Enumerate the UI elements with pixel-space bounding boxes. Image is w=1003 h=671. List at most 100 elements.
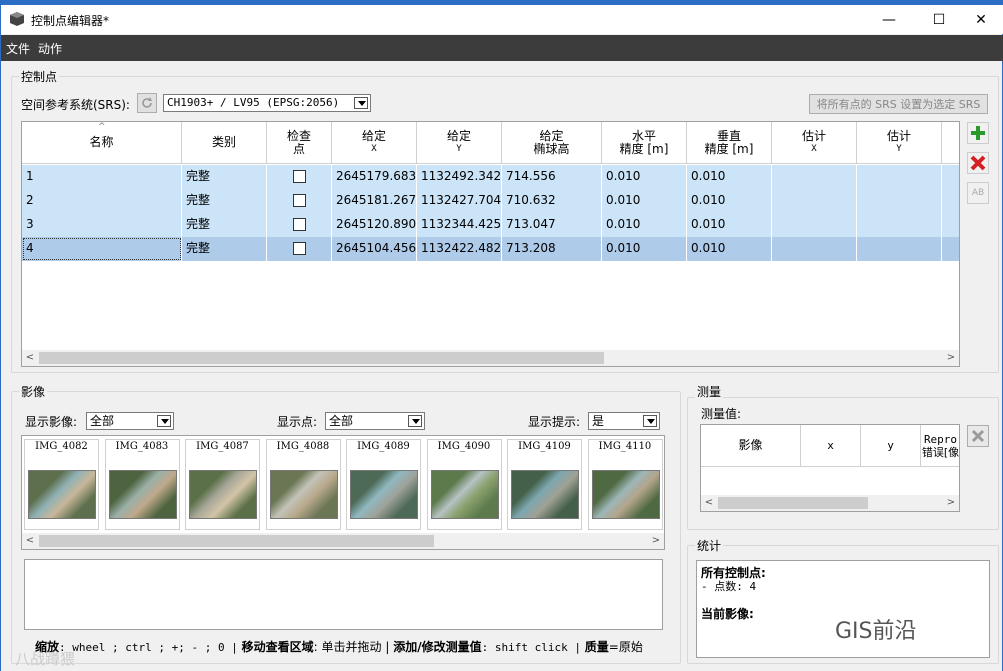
scroll-thumb[interactable] [718, 497, 868, 509]
show-points-select[interactable]: 全部 [325, 412, 425, 430]
thumbnail-hscrollbar[interactable]: < > [22, 533, 664, 549]
table-row[interactable]: 3 完整 2645120.890 1132344.425 713.047 0.010 0.0… [22, 213, 959, 237]
cell-hacc[interactable]: 0.010 [602, 189, 687, 213]
cell-estimate[interactable] [857, 237, 942, 261]
scroll-right-icon[interactable]: > [648, 533, 664, 549]
check-point-checkbox[interactable] [292, 242, 306, 255]
srs-refresh-button[interactable] [137, 93, 157, 113]
cell-category[interactable]: 完整 [182, 189, 267, 213]
cell-category[interactable]: 完整 [182, 165, 267, 189]
cell-hacc[interactable]: 0.010 [602, 165, 687, 189]
scroll-thumb[interactable] [39, 352, 604, 364]
cell-estimate[interactable] [772, 213, 857, 237]
cell-name[interactable]: 2 [22, 189, 182, 213]
cell-name[interactable]: 1 [22, 165, 182, 189]
image-thumbnail[interactable]: IMG_4088 [265, 439, 341, 530]
measure-column-header[interactable]: Repro 错误[像 [921, 425, 959, 467]
column-header-line2: Y [456, 143, 462, 154]
cell-h[interactable]: 713.047 [502, 213, 602, 237]
delete-point-button[interactable] [967, 152, 989, 174]
srs-select[interactable]: CH1903+ / LV95 (EPSG:2056) [163, 94, 371, 112]
cell-x[interactable]: 2645104.456 [332, 237, 417, 261]
measure-column-header[interactable]: x [801, 425, 861, 467]
image-thumbnail[interactable]: IMG_4110 [587, 439, 663, 530]
cell-vacc[interactable]: 0.010 [687, 189, 772, 213]
cell-x[interactable]: 2645120.890 [332, 213, 417, 237]
minimize-button[interactable]: — [866, 5, 912, 34]
close-button[interactable]: ✕ [958, 5, 1003, 34]
cell-name[interactable]: 4 [22, 237, 182, 261]
cell-h[interactable]: 710.632 [502, 189, 602, 213]
scroll-left-icon[interactable]: < [22, 350, 38, 366]
rename-point-button[interactable]: AB [967, 182, 989, 204]
cell-vacc[interactable]: 0.010 [687, 165, 772, 189]
check-point-checkbox[interactable] [292, 218, 306, 231]
scroll-thumb[interactable] [39, 535, 434, 547]
cell-estimate[interactable] [857, 213, 942, 237]
cell-y[interactable]: 1132427.704 [417, 189, 502, 213]
table-row[interactable]: 2 完整 2645181.267 1132427.704 710.632 0.010 0.0… [22, 189, 959, 213]
cell-x[interactable]: 2645179.683 [332, 165, 417, 189]
image-thumbnail[interactable]: IMG_4082 [24, 439, 99, 530]
column-header[interactable]: 给定 椭球高 [502, 122, 602, 164]
add-point-button[interactable] [967, 122, 989, 144]
scroll-left-icon[interactable]: < [22, 533, 38, 549]
cell-category[interactable]: 完整 [182, 237, 267, 261]
show-hints-select[interactable]: 是 [588, 412, 660, 430]
cell-vacc[interactable]: 0.010 [687, 213, 772, 237]
cell-y[interactable]: 1132492.342 [417, 165, 502, 189]
scroll-right-icon[interactable]: > [943, 350, 959, 366]
cell-h[interactable]: 714.556 [502, 165, 602, 189]
image-thumbnail[interactable]: IMG_4109 [507, 439, 582, 530]
show-images-select[interactable]: 全部 [86, 412, 174, 430]
cell-estimate[interactable] [772, 165, 857, 189]
cell-estimate[interactable] [772, 189, 857, 213]
check-point-cell[interactable] [267, 213, 332, 237]
column-header[interactable]: 给定 Y [417, 122, 502, 164]
cell-estimate[interactable] [772, 237, 857, 261]
cell-h[interactable]: 713.208 [502, 237, 602, 261]
scroll-left-icon[interactable]: < [701, 495, 717, 511]
cell-name[interactable]: 3 [22, 213, 182, 237]
delete-measure-button[interactable] [967, 425, 989, 447]
cell-hacc[interactable]: 0.010 [602, 213, 687, 237]
check-point-checkbox[interactable] [292, 170, 306, 183]
table-row[interactable]: 4 完整 2645104.456 1132422.482 713.208 0.010 0.0… [22, 237, 959, 261]
column-header[interactable]: 检查点 [267, 122, 332, 164]
measure-column-header[interactable]: 影像 [701, 425, 801, 467]
column-header[interactable]: 给定 X [332, 122, 417, 164]
column-header[interactable]: 类别 [182, 122, 267, 164]
show-points-value: 全部 [329, 414, 354, 428]
measure-column-header[interactable]: y [861, 425, 921, 467]
check-point-cell[interactable] [267, 237, 332, 261]
cell-hacc[interactable]: 0.010 [602, 237, 687, 261]
set-srs-button[interactable]: 将所有点的 SRS 设置为选定 SRS [809, 94, 988, 114]
check-point-checkbox[interactable] [292, 194, 306, 207]
gcp-table-hscrollbar[interactable]: < > [22, 350, 959, 366]
cell-estimate[interactable] [857, 165, 942, 189]
column-header-filler [942, 122, 959, 164]
column-header[interactable]: 垂直 精度 [m] [687, 122, 772, 164]
column-header[interactable]: 估计 Y [857, 122, 942, 164]
column-header[interactable]: 估计 X [772, 122, 857, 164]
cell-x[interactable]: 2645181.267 [332, 189, 417, 213]
table-row[interactable]: 1 完整 2645179.683 1132492.342 714.556 0.010 0.0… [22, 165, 959, 189]
cell-y[interactable]: 1132422.482 [417, 237, 502, 261]
aerial-photo-image [350, 470, 418, 519]
maximize-button[interactable]: ☐ [916, 5, 962, 34]
cell-category[interactable]: 完整 [182, 213, 267, 237]
image-thumbnail[interactable]: IMG_4083 [104, 439, 180, 530]
column-header[interactable]: 水平 精度 [m] [602, 122, 687, 164]
check-point-cell[interactable] [267, 189, 332, 213]
image-thumbnail[interactable]: IMG_4089 [346, 439, 421, 530]
scroll-right-icon[interactable]: > [943, 495, 959, 511]
cell-estimate[interactable] [857, 189, 942, 213]
menu-file[interactable]: 文件 [6, 40, 30, 57]
image-thumbnail[interactable]: IMG_4090 [426, 439, 502, 530]
cell-y[interactable]: 1132344.425 [417, 213, 502, 237]
cell-vacc[interactable]: 0.010 [687, 237, 772, 261]
image-thumbnail[interactable]: IMG_4087 [185, 439, 260, 530]
check-point-cell[interactable] [267, 165, 332, 189]
measure-hscrollbar[interactable]: < > [701, 495, 959, 511]
menu-action[interactable]: 动作 [38, 40, 62, 57]
